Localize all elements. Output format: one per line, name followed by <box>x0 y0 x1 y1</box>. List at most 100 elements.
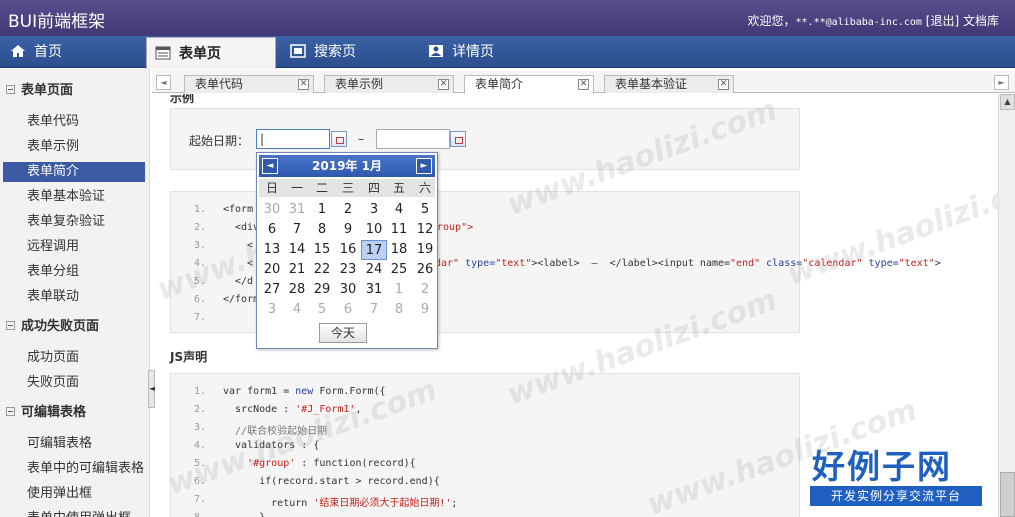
sidebar-item-form-editable-table[interactable]: 表单中的可编辑表格 <box>3 459 145 479</box>
sidebar-item-failure[interactable]: 失败页面 <box>3 373 145 393</box>
calendar-day[interactable]: 16 <box>335 240 361 260</box>
calendar-day[interactable]: 3 <box>361 200 387 220</box>
calendar-day[interactable]: 19 <box>412 240 438 260</box>
tab-form-example[interactable]: 表单示例 ✕ <box>324 75 454 93</box>
sidebar-item-complex-validation[interactable]: 表单复杂验证 <box>3 212 145 232</box>
calendar-day[interactable]: 2 <box>412 280 438 300</box>
calendar-day[interactable]: 21 <box>284 260 310 280</box>
sidebar-item-dialog[interactable]: 使用弹出框 <box>3 484 145 504</box>
sidebar-item-form-code[interactable]: 表单代码 <box>3 112 145 132</box>
calendar-month-title: 2019年 1月 <box>312 159 382 173</box>
calendar-day[interactable]: 7 <box>284 220 310 240</box>
tab-scroll-left[interactable]: ◄ <box>156 75 171 90</box>
calendar-day[interactable]: 11 <box>386 220 412 240</box>
calendar-day[interactable]: 3 <box>259 300 285 320</box>
date-separator: – <box>358 132 364 146</box>
calendar-day[interactable]: 23 <box>335 260 361 280</box>
calendar-day[interactable]: 31 <box>361 280 387 300</box>
calendar-day[interactable]: 8 <box>386 300 412 320</box>
code-line: </d <box>235 276 254 287</box>
calendar-day[interactable]: 6 <box>259 220 285 240</box>
close-icon[interactable]: ✕ <box>298 79 309 90</box>
calendar-day[interactable]: 12 <box>412 220 438 240</box>
start-date-input[interactable]: | <box>256 129 330 149</box>
calendar-day[interactable]: 13 <box>259 240 285 260</box>
calendar-day[interactable]: 27 <box>259 280 285 300</box>
close-icon[interactable]: ✕ <box>578 79 589 90</box>
greeting-text: 欢迎您， <box>747 14 796 28</box>
top-header: BUI前端框架 欢迎您，**.**@alibaba-inc.com [退出] 文… <box>0 0 1015 36</box>
sidebar-item-form-group[interactable]: 表单分组 <box>3 262 145 282</box>
nav-search-label: 搜索页 <box>314 44 356 60</box>
calendar-day[interactable]: 15 <box>309 240 335 260</box>
sidebar-item-basic-validation[interactable]: 表单基本验证 <box>3 187 145 207</box>
calendar-day[interactable]: 2 <box>335 200 361 220</box>
sidebar-item-form-dialog[interactable]: 表单中使用弹出框 <box>3 509 145 517</box>
scroll-thumb[interactable] <box>1000 472 1015 517</box>
code-line: < <box>247 240 254 251</box>
docs-link[interactable]: 文档库 <box>963 14 999 28</box>
sidebar-toggle[interactable]: ◄ <box>148 370 155 408</box>
tab-label: 表单代码 <box>195 77 244 91</box>
close-icon[interactable]: ✕ <box>438 79 449 90</box>
sidebar-item-remote-call[interactable]: 远程调用 <box>3 237 145 257</box>
calendar-icon[interactable] <box>450 131 466 147</box>
calendar-day[interactable]: 4 <box>386 200 412 220</box>
sidebar-item-form-linkage[interactable]: 表单联动 <box>3 287 145 307</box>
tab-basic-validation[interactable]: 表单基本验证 ✕ <box>604 75 734 93</box>
line-number: 3. <box>193 240 206 251</box>
calendar-day[interactable]: 29 <box>309 280 335 300</box>
calendar-day[interactable]: 24 <box>361 260 387 280</box>
sidebar-group-result[interactable]: 成功失败页面 <box>0 315 150 339</box>
calendar-day[interactable]: 1 <box>386 280 412 300</box>
collapse-icon <box>6 321 15 330</box>
calendar-day[interactable]: 14 <box>284 240 310 260</box>
calendar-day[interactable]: 30 <box>335 280 361 300</box>
nav-form[interactable]: 表单页 <box>146 37 276 69</box>
sidebar-item-editable-table[interactable]: 可编辑表格 <box>3 434 145 454</box>
calendar-day[interactable]: 5 <box>309 300 335 320</box>
calendar-header: 2019年 1月 ◄ ► <box>259 155 435 177</box>
nav-detail[interactable]: 详情页 <box>428 36 494 68</box>
calendar-day[interactable]: 9 <box>335 220 361 240</box>
calendar-icon[interactable] <box>331 131 347 147</box>
sidebar-item-form-example[interactable]: 表单示例 <box>3 137 145 157</box>
sidebar-item-success[interactable]: 成功页面 <box>3 348 145 368</box>
calendar-day[interactable]: 9 <box>412 300 438 320</box>
tab-form-code[interactable]: 表单代码 ✕ <box>184 75 314 93</box>
calendar-day[interactable]: 25 <box>386 260 412 280</box>
prev-month-icon[interactable]: ◄ <box>262 158 278 174</box>
calendar-day[interactable]: 18 <box>386 240 412 260</box>
calendar-day[interactable]: 26 <box>412 260 438 280</box>
calendar-day[interactable]: 20 <box>259 260 285 280</box>
calendar-day[interactable]: 6 <box>335 300 361 320</box>
sidebar-group-label: 表单页面 <box>21 83 74 98</box>
calendar-day[interactable]: 31 <box>284 200 310 220</box>
sidebar-group-form[interactable]: 表单页面 <box>0 79 150 103</box>
weekday-label: 五 <box>392 181 405 195</box>
vertical-scrollbar[interactable]: ▲ <box>998 94 1015 517</box>
calendar-day[interactable]: 7 <box>361 300 387 320</box>
calendar-day[interactable]: 5 <box>412 200 438 220</box>
tab-scroll-right[interactable]: ► <box>994 75 1009 90</box>
calendar-day[interactable]: 17 <box>361 240 387 260</box>
js-code-panel: 1. 2. 3. 4. 5. 6. 7. 8. var form1 = new … <box>170 373 800 517</box>
calendar-day[interactable]: 28 <box>284 280 310 300</box>
calendar-day[interactable]: 4 <box>284 300 310 320</box>
logout-link[interactable]: [退出] <box>926 14 959 28</box>
nav-home[interactable]: 首页 <box>10 36 62 68</box>
nav-search[interactable]: 搜索页 <box>290 36 356 68</box>
calendar-day[interactable]: 30 <box>259 200 285 220</box>
calendar-day[interactable]: 10 <box>361 220 387 240</box>
calendar-day[interactable]: 22 <box>309 260 335 280</box>
scroll-up-icon[interactable]: ▲ <box>1000 94 1015 110</box>
calendar-day[interactable]: 1 <box>309 200 335 220</box>
end-date-input[interactable] <box>376 129 450 149</box>
next-month-icon[interactable]: ► <box>416 158 432 174</box>
today-button[interactable]: 今天 <box>319 323 367 343</box>
sidebar-group-editable[interactable]: 可编辑表格 <box>0 401 150 425</box>
calendar-day[interactable]: 8 <box>309 220 335 240</box>
sidebar-item-form-intro[interactable]: 表单简介 <box>3 162 145 182</box>
tab-form-intro[interactable]: 表单简介 ✕ <box>464 75 594 94</box>
close-icon[interactable]: ✕ <box>718 79 729 90</box>
